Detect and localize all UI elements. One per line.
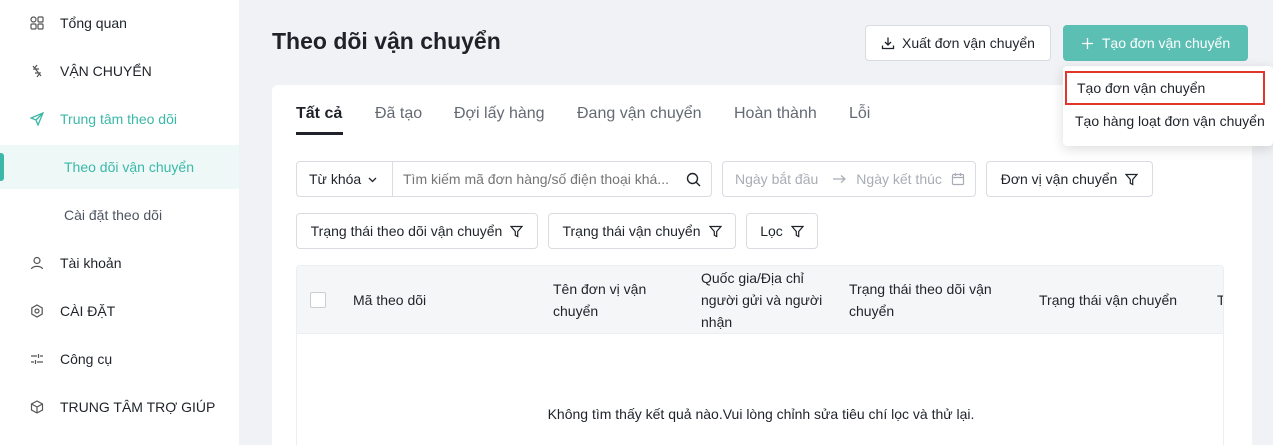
sidebar-item-settings[interactable]: CÀI ĐẶT: [0, 289, 239, 333]
column-header-carrier-name: Tên đơn vị vận chuyển: [553, 281, 647, 319]
shipments-table: Mã theo dõi Tên đơn vị vận chuyển Quốc g…: [296, 265, 1224, 445]
sidebar-item-help-center[interactable]: TRUNG TÂM TRỢ GIÚP: [0, 385, 239, 429]
tracking-status-filter-button[interactable]: Trạng thái theo dõi vận chuyển: [296, 213, 538, 249]
sidebar-item-label: TRUNG TÂM TRỢ GIÚP: [60, 399, 216, 415]
search-input[interactable]: [403, 171, 683, 187]
shipping-status-filter-button[interactable]: Trạng thái vận chuyển: [548, 213, 736, 249]
chevron-down-icon: [367, 174, 378, 185]
sidebar-item-overview[interactable]: Tổng quan: [0, 1, 239, 45]
search-icon[interactable]: [686, 172, 701, 187]
sidebar-item-label: Cài đặt theo dõi: [64, 207, 163, 223]
sidebar-item-shipment-tracking[interactable]: Theo dõi vận chuyển: [0, 145, 239, 189]
sidebar-item-label: Tài khoản: [60, 255, 122, 271]
menu-item-create-shipment[interactable]: Tạo đơn vận chuyển: [1065, 71, 1265, 105]
create-shipment-button[interactable]: Tạo đơn vận chuyển: [1063, 25, 1248, 61]
select-all-checkbox[interactable]: [310, 292, 326, 308]
user-icon: [29, 255, 45, 271]
create-shipment-label: Tạo đơn vận chuyển: [1101, 35, 1231, 51]
search-group: Từ khóa: [296, 161, 712, 197]
date-range-picker[interactable]: Ngày bắt đầu Ngày kết thúc: [722, 161, 976, 197]
sidebar-item-tracking-center[interactable]: Trung tâm theo dõi: [0, 97, 239, 141]
column-header-tracking-status: Trạng thái theo dõi vận chuyển: [849, 281, 992, 319]
tab-awaiting-pickup[interactable]: Đợi lấy hàng: [454, 105, 545, 123]
export-shipments-label: Xuất đơn vận chuyển: [902, 35, 1035, 51]
tab-all[interactable]: Tất cả: [296, 105, 342, 123]
end-date-placeholder: Ngày kết thúc: [856, 171, 942, 187]
settings-icon: [29, 303, 45, 319]
tab-created[interactable]: Đã tạo: [375, 105, 422, 123]
column-header-shipping-status: Trạng thái vận chuyển: [1039, 292, 1178, 308]
sidebar-item-label: Tổng quan: [60, 15, 127, 31]
create-shipment-dropdown: Tạo đơn vận chuyển Tạo hàng loạt đơn vận…: [1063, 66, 1273, 146]
overview-icon: [29, 15, 45, 31]
filter-icon: [1125, 173, 1139, 186]
calendar-icon: [951, 172, 965, 186]
page-title: Theo dõi vận chuyển: [272, 28, 501, 54]
column-header-truncated: T: [1217, 289, 1223, 311]
start-date-placeholder: Ngày bắt đầu: [735, 171, 819, 187]
filter-icon: [510, 225, 524, 238]
column-header-tracking-code: Mã theo dõi: [353, 292, 427, 308]
sidebar-item-account[interactable]: Tài khoản: [0, 241, 239, 285]
tab-in-transit[interactable]: Đang vận chuyển: [577, 105, 702, 123]
export-shipments-button[interactable]: Xuất đơn vận chuyển: [865, 25, 1051, 61]
sidebar-item-label: CÀI ĐẶT: [60, 303, 116, 319]
keyword-select[interactable]: Từ khóa: [297, 162, 393, 196]
sidebar-item-label: Trung tâm theo dõi: [60, 111, 177, 127]
sidebar-item-shipping[interactable]: VẬN CHUYỂN: [0, 49, 239, 93]
tab-completed[interactable]: Hoàn thành: [734, 105, 817, 123]
sidebar: Tổng quan VẬN CHUYỂN Trung tâm theo dõi …: [0, 0, 239, 445]
carrier-filter-label: Đơn vị vận chuyển: [1000, 171, 1118, 187]
shipping-status-filter-label: Trạng thái vận chuyển: [562, 223, 701, 239]
keyword-select-value: Từ khóa: [309, 171, 362, 187]
arrow-right-icon: [832, 174, 847, 184]
column-header-country-address: Quốc gia/Địa chỉ người gửi và người nhận: [701, 270, 823, 330]
tracking-status-filter-label: Trạng thái theo dõi vận chuyển: [310, 223, 503, 239]
table-header: Mã theo dõi Tên đơn vị vận chuyển Quốc g…: [297, 266, 1223, 334]
menu-item-bulk-create-shipments[interactable]: Tạo hàng loạt đơn vận chuyển: [1063, 104, 1273, 138]
filter-icon: [790, 225, 804, 238]
shipping-icon: [29, 63, 45, 79]
more-filters-label: Lọc: [760, 223, 783, 239]
empty-state-message: Không tìm thấy kết quả nào.Vui lòng chỉn…: [547, 406, 975, 422]
sidebar-item-tracking-settings[interactable]: Cài đặt theo dõi: [0, 193, 239, 237]
active-tab-indicator: [296, 132, 343, 135]
sidebar-item-tools[interactable]: Công cụ: [0, 337, 239, 381]
sidebar-item-label: Công cụ: [60, 351, 113, 367]
filter-icon: [708, 225, 722, 238]
sidebar-item-label: Theo dõi vận chuyển: [64, 159, 194, 175]
sidebar-item-label: VẬN CHUYỂN: [60, 63, 152, 79]
carrier-filter-button[interactable]: Đơn vị vận chuyển: [986, 161, 1153, 197]
send-icon: [29, 111, 45, 127]
more-filters-button[interactable]: Lọc: [746, 213, 818, 249]
plus-icon: [1081, 37, 1094, 50]
help-center-icon: [29, 399, 45, 415]
tab-error[interactable]: Lỗi: [849, 105, 870, 123]
download-icon: [881, 36, 895, 50]
tools-icon: [29, 351, 45, 367]
